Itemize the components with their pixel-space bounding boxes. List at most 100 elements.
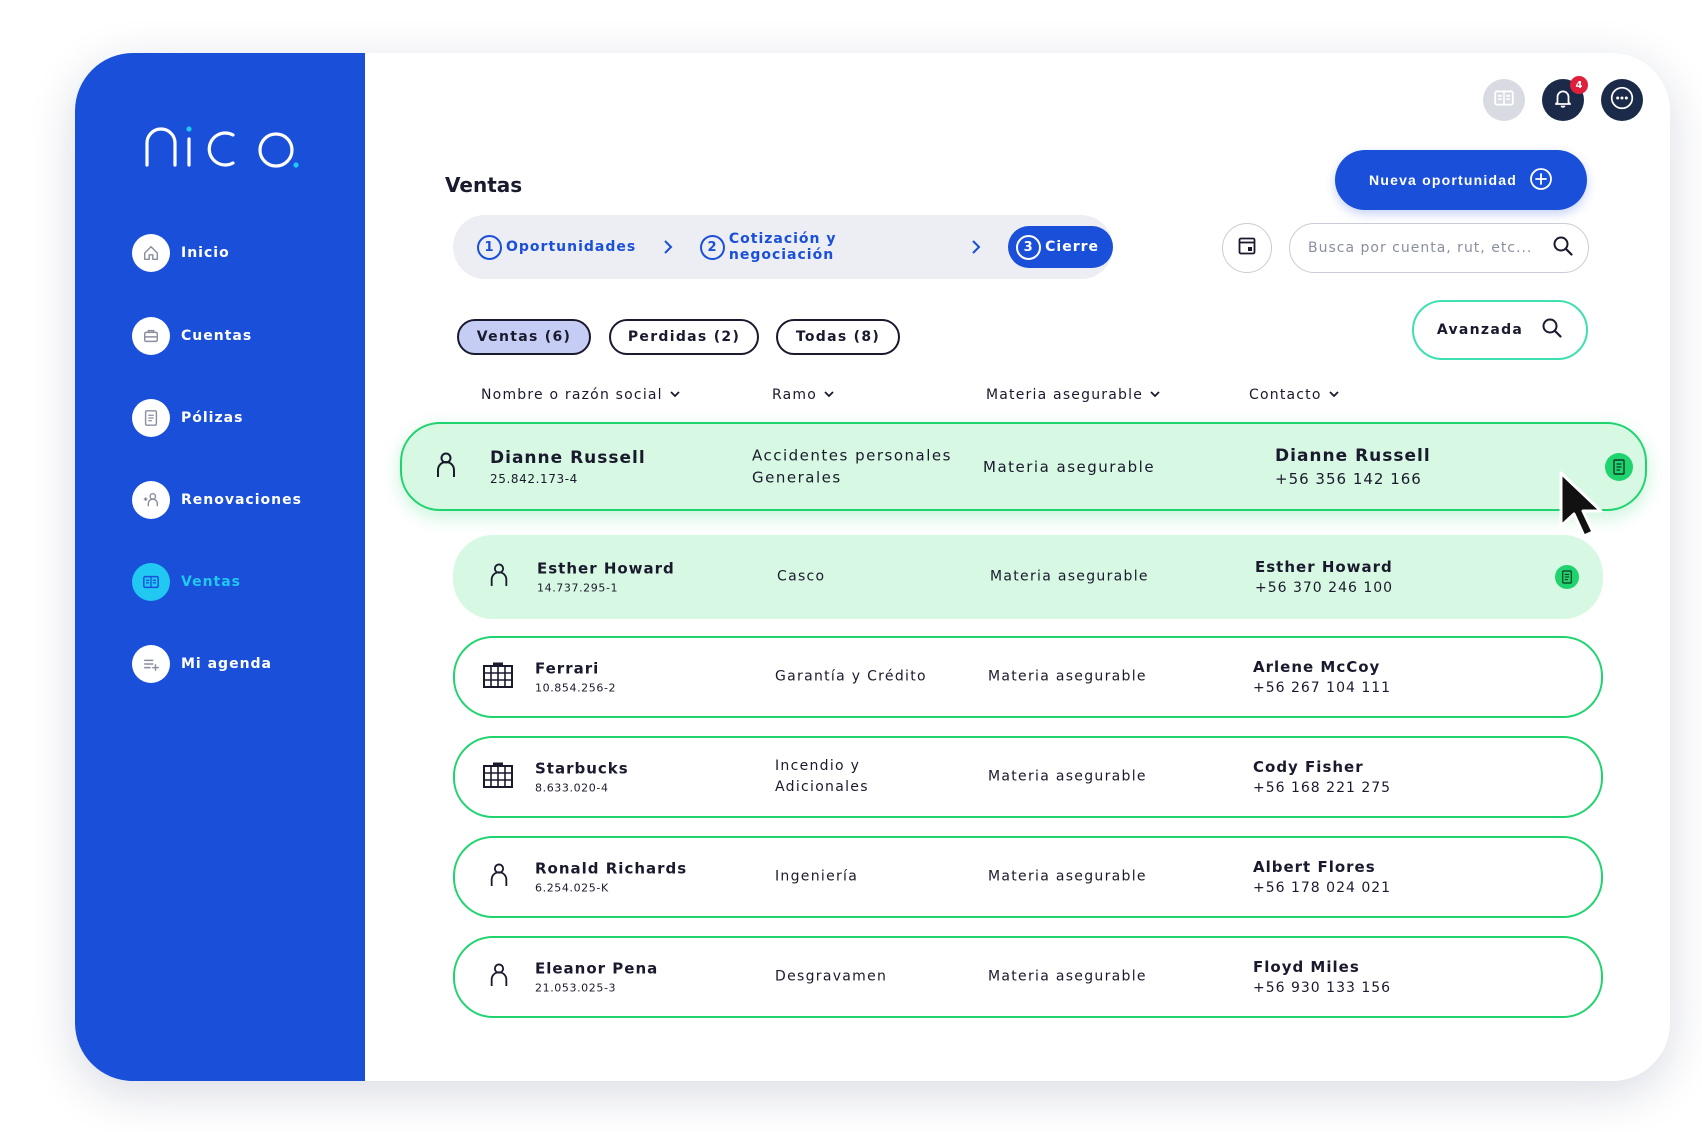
mouse-cursor-icon	[1559, 471, 1603, 538]
advanced-search-label: Avanzada	[1436, 322, 1524, 338]
table-row[interactable]: Dianne Russell 25.842.173-4 Accidentes p…	[400, 422, 1647, 511]
row-name-cell: Starbucks 8.633.020-4	[535, 760, 629, 795]
table-row[interactable]: Starbucks 8.633.020-4 Incendio y Adicion…	[453, 736, 1603, 818]
row-name-cell: Esther Howard 14.737.295-1	[537, 560, 675, 595]
row-id: 21.053.025-3	[535, 981, 617, 995]
row-ramo: Garantía y Crédito	[775, 668, 927, 685]
notification-badge: 4	[1570, 76, 1588, 94]
contact-name: Dianne Russell	[1275, 445, 1431, 466]
row-name: Dianne Russell	[490, 447, 646, 468]
row-id: 8.633.020-4	[535, 781, 609, 795]
add-list-icon	[132, 645, 170, 683]
step-cierre[interactable]: 3 Cierre	[1008, 226, 1113, 268]
sidebar-item-inicio[interactable]: Inicio	[132, 233, 230, 273]
row-name: Ferrari	[535, 659, 600, 678]
advanced-search-button[interactable]: Avanzada	[1412, 300, 1588, 360]
table-row[interactable]: Ferrari 10.854.256-2 Garantía y Crédito …	[453, 636, 1603, 718]
home-icon	[132, 234, 170, 272]
contact-name: Esther Howard	[1255, 558, 1393, 576]
chevron-down-icon	[823, 387, 835, 403]
contact-name: Albert Flores	[1253, 858, 1376, 876]
row-materia: Materia asegurable	[988, 968, 1147, 985]
table-row[interactable]: Eleanor Pena 21.053.025-3 Desgravamen Ma…	[453, 936, 1603, 1018]
step-label: Oportunidades	[506, 239, 637, 255]
search-input[interactable]	[1308, 240, 1552, 256]
chevron-right-icon	[970, 239, 982, 255]
chevron-down-icon	[669, 387, 681, 403]
sidebar-item-cuentas[interactable]: Cuentas	[132, 316, 252, 356]
filter-perdidas[interactable]: Perdidas (2)	[609, 319, 759, 355]
row-id: 6.254.025-K	[535, 881, 609, 895]
row-materia: Materia asegurable	[988, 768, 1147, 785]
sidebar-item-label: Ventas	[181, 574, 242, 590]
page-title: Ventas	[445, 173, 523, 197]
search-icon[interactable]	[1552, 235, 1574, 261]
row-id: 10.854.256-2	[535, 681, 617, 695]
row-contact-cell: Floyd Miles +56 930 133 156	[1253, 958, 1391, 996]
filter-todas[interactable]: Todas (8)	[776, 319, 900, 355]
search-box	[1289, 223, 1589, 273]
column-header-nombre[interactable]: Nombre o razón social	[481, 387, 681, 403]
chevron-down-icon	[1149, 387, 1161, 403]
calendar-view-button[interactable]	[1222, 223, 1272, 273]
step-oportunidades[interactable]: 1 Oportunidades	[477, 234, 637, 260]
building-icon	[483, 762, 513, 792]
notifications-button[interactable]: 4	[1542, 76, 1588, 121]
document-icon[interactable]	[1555, 565, 1579, 589]
calendar-icon	[1237, 236, 1257, 260]
book-view-button[interactable]	[1483, 79, 1525, 121]
step-cotizacion[interactable]: 2 Cotización y negociación	[700, 231, 944, 263]
column-header-label: Ramo	[772, 387, 818, 403]
person-icon	[488, 562, 510, 592]
contact-phone: +56 168 221 275	[1253, 780, 1392, 796]
sidebar-item-label: Mi agenda	[181, 656, 273, 672]
column-header-materia[interactable]: Materia asegurable	[986, 387, 1161, 403]
contact-name: Cody Fisher	[1253, 758, 1364, 776]
row-ramo: Desgravamen	[775, 968, 888, 985]
row-name-cell: Ronald Richards 6.254.025-K	[535, 860, 687, 895]
row-contact-cell: Dianne Russell +56 356 142 166	[1275, 446, 1431, 488]
person-icon	[434, 451, 458, 483]
sidebar: nico Inicio Cuentas	[75, 53, 365, 1081]
more-options-button[interactable]	[1601, 79, 1643, 121]
column-header-contacto[interactable]: Contacto	[1249, 387, 1340, 403]
filter-ventas[interactable]: Ventas (6)	[457, 319, 591, 355]
step-label: Cierre	[1045, 239, 1099, 255]
new-opportunity-button[interactable]: Nueva oportunidad	[1335, 150, 1587, 210]
bell-icon	[1552, 87, 1574, 113]
sidebar-item-mi-agenda[interactable]: Mi agenda	[132, 644, 272, 684]
row-name-cell: Dianne Russell 25.842.173-4	[490, 448, 646, 486]
row-ramo: Accidentes personales Generales	[752, 446, 952, 487]
nico-logo: nico	[145, 126, 299, 168]
sidebar-item-polizas[interactable]: Pólizas	[132, 398, 243, 438]
contact-name: Floyd Miles	[1253, 958, 1360, 976]
column-header-label: Materia asegurable	[986, 387, 1144, 403]
contact-phone: +56 930 133 156	[1253, 980, 1392, 996]
chevron-right-icon	[662, 239, 674, 255]
contact-name: Arlene McCoy	[1253, 658, 1381, 676]
user-refresh-icon	[132, 481, 170, 519]
row-id: 14.737.295-1	[537, 581, 619, 595]
row-ramo: Ingeniería	[775, 868, 859, 885]
sidebar-item-label: Renovaciones	[181, 492, 302, 508]
briefcase-icon	[132, 317, 170, 355]
row-id: 25.842.173-4	[490, 471, 578, 486]
step-number: 2	[700, 234, 725, 260]
row-contact-cell: Albert Flores +56 178 024 021	[1253, 858, 1391, 896]
book-icon	[132, 563, 170, 601]
sidebar-item-renovaciones[interactable]: Renovaciones	[132, 480, 302, 520]
app-window: nico Inicio Cuentas	[75, 53, 1670, 1081]
new-opportunity-label: Nueva oportunidad	[1369, 172, 1517, 188]
table-row[interactable]: Ronald Richards 6.254.025-K Ingeniería M…	[453, 836, 1603, 918]
row-name: Starbucks	[535, 759, 629, 778]
contact-phone: +56 356 142 166	[1275, 469, 1422, 488]
row-materia: Materia asegurable	[983, 457, 1156, 476]
row-name: Eleanor Pena	[535, 959, 659, 978]
row-contact-cell: Esther Howard +56 370 246 100	[1255, 558, 1393, 596]
sidebar-item-ventas[interactable]: Ventas	[132, 562, 241, 602]
table-row[interactable]: Esther Howard 14.737.295-1 Casco Materia…	[453, 535, 1603, 619]
row-ramo: Casco	[777, 568, 826, 585]
column-header-ramo[interactable]: Ramo	[772, 387, 835, 403]
person-icon	[488, 962, 510, 992]
row-name: Esther Howard	[537, 559, 675, 578]
